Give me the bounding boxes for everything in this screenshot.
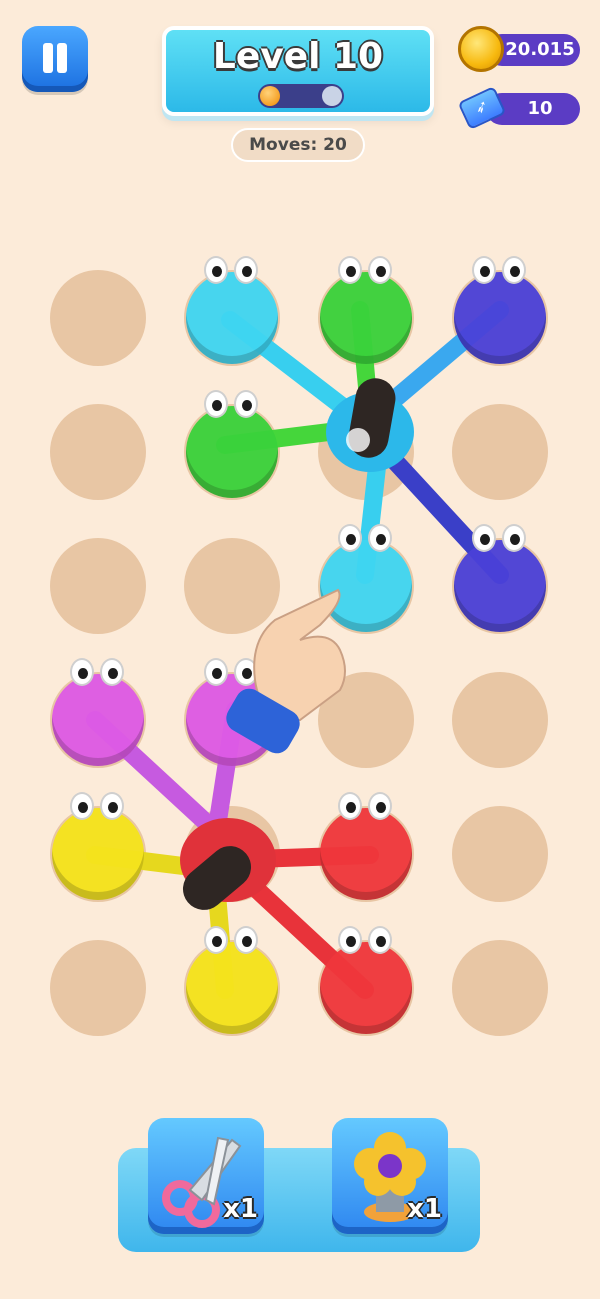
peg-eye — [204, 390, 228, 418]
peg-eye — [368, 524, 392, 552]
peg-red[interactable] — [320, 942, 412, 1034]
peg-eye — [204, 926, 228, 954]
peg-yellow[interactable] — [186, 942, 278, 1034]
peg-eye — [70, 658, 94, 686]
peg-cyan[interactable] — [320, 540, 412, 632]
peg-eye — [472, 524, 496, 552]
peg-eye — [234, 390, 258, 418]
peg-eye — [338, 524, 362, 552]
peg-eye — [234, 256, 258, 284]
peg-magenta[interactable] — [186, 674, 278, 766]
peg-eye — [472, 256, 496, 284]
peg-yellow[interactable] — [52, 808, 144, 900]
peg-green[interactable] — [186, 406, 278, 498]
scissors-booster-button[interactable]: x1 — [148, 1118, 264, 1234]
peg-eye — [368, 926, 392, 954]
scissors-count: x1 — [223, 1194, 258, 1224]
peg-eye — [100, 658, 124, 686]
peg-eye — [204, 256, 228, 284]
peg-eye — [100, 792, 124, 820]
peg-blue[interactable] — [454, 272, 546, 364]
peg-eye — [234, 658, 258, 686]
peg-eye — [70, 792, 94, 820]
flower-booster-button[interactable]: x1 — [332, 1118, 448, 1234]
flower-pin-count: x1 — [407, 1194, 442, 1224]
pegs-layer — [0, 0, 600, 1299]
peg-eye — [204, 658, 228, 686]
peg-eye — [368, 792, 392, 820]
peg-magenta[interactable] — [52, 674, 144, 766]
peg-eye — [338, 792, 362, 820]
peg-blue[interactable] — [454, 540, 546, 632]
peg-eye — [234, 926, 258, 954]
peg-eye — [368, 256, 392, 284]
peg-eye — [502, 524, 526, 552]
peg-red[interactable] — [320, 808, 412, 900]
peg-cyan[interactable] — [186, 272, 278, 364]
peg-eye — [338, 256, 362, 284]
peg-green[interactable] — [320, 272, 412, 364]
peg-eye — [502, 256, 526, 284]
peg-eye — [338, 926, 362, 954]
